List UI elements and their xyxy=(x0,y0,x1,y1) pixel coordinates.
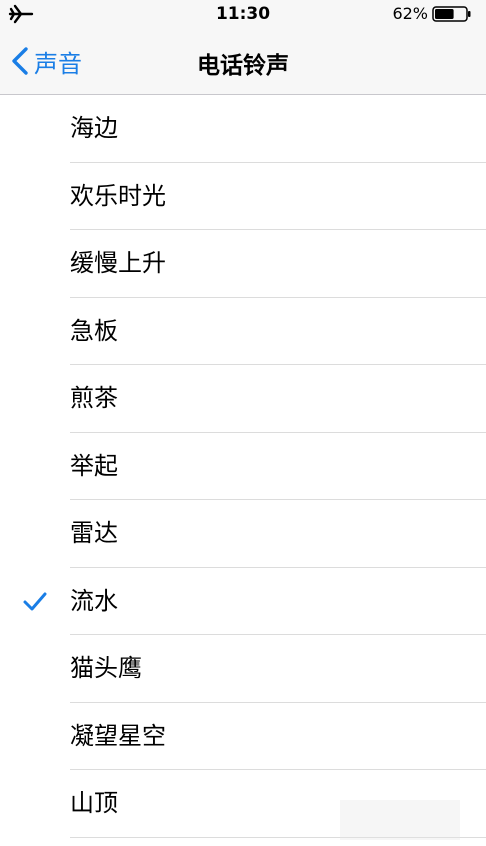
watermark-area xyxy=(340,800,460,840)
ringtone-label: 煎茶 xyxy=(70,384,118,412)
ringtone-label: 雷达 xyxy=(70,519,118,547)
page-title: 电话铃声 xyxy=(197,53,289,79)
ringtone-item[interactable]: 雷达 xyxy=(0,500,486,568)
ringtone-label: 举起 xyxy=(70,451,118,480)
ringtone-item[interactable]: 急板 xyxy=(0,298,486,365)
battery-icon xyxy=(432,6,471,22)
ringtone-label: 海边 xyxy=(70,114,118,142)
ringtone-item[interactable]: 猫头鹰 xyxy=(0,635,486,703)
status-bar: 11:30 62% xyxy=(0,0,486,30)
ringtone-list: 海边欢乐时光缓慢上升急板煎茶举起雷达流水猫头鹰凝望星空山顶 xyxy=(0,95,486,838)
ringtone-item[interactable]: 欢乐时光 xyxy=(0,163,486,230)
ringtone-item[interactable]: 缓慢上升 xyxy=(0,230,486,298)
ringtone-label: 急板 xyxy=(70,316,118,345)
ringtone-item[interactable]: 煎茶 xyxy=(0,365,486,433)
checkmark-icon xyxy=(23,592,47,610)
ringtone-label: 猫头鹰 xyxy=(70,654,142,682)
navigation-bar: 声音 电话铃声 xyxy=(0,30,486,95)
ringtone-label: 欢乐时光 xyxy=(70,181,166,210)
ringtone-item[interactable]: 海边 xyxy=(0,95,486,163)
ringtone-label: 流水 xyxy=(70,586,118,615)
ringtone-item[interactable]: 凝望星空 xyxy=(0,703,486,770)
ringtone-label: 山顶 xyxy=(70,789,118,817)
ringtone-label: 凝望星空 xyxy=(70,721,166,750)
ringtone-item[interactable]: 流水 xyxy=(0,568,486,635)
ringtone-item[interactable]: 举起 xyxy=(0,433,486,500)
battery-percent: 62% xyxy=(392,4,428,23)
ringtone-label: 缓慢上升 xyxy=(70,249,166,277)
